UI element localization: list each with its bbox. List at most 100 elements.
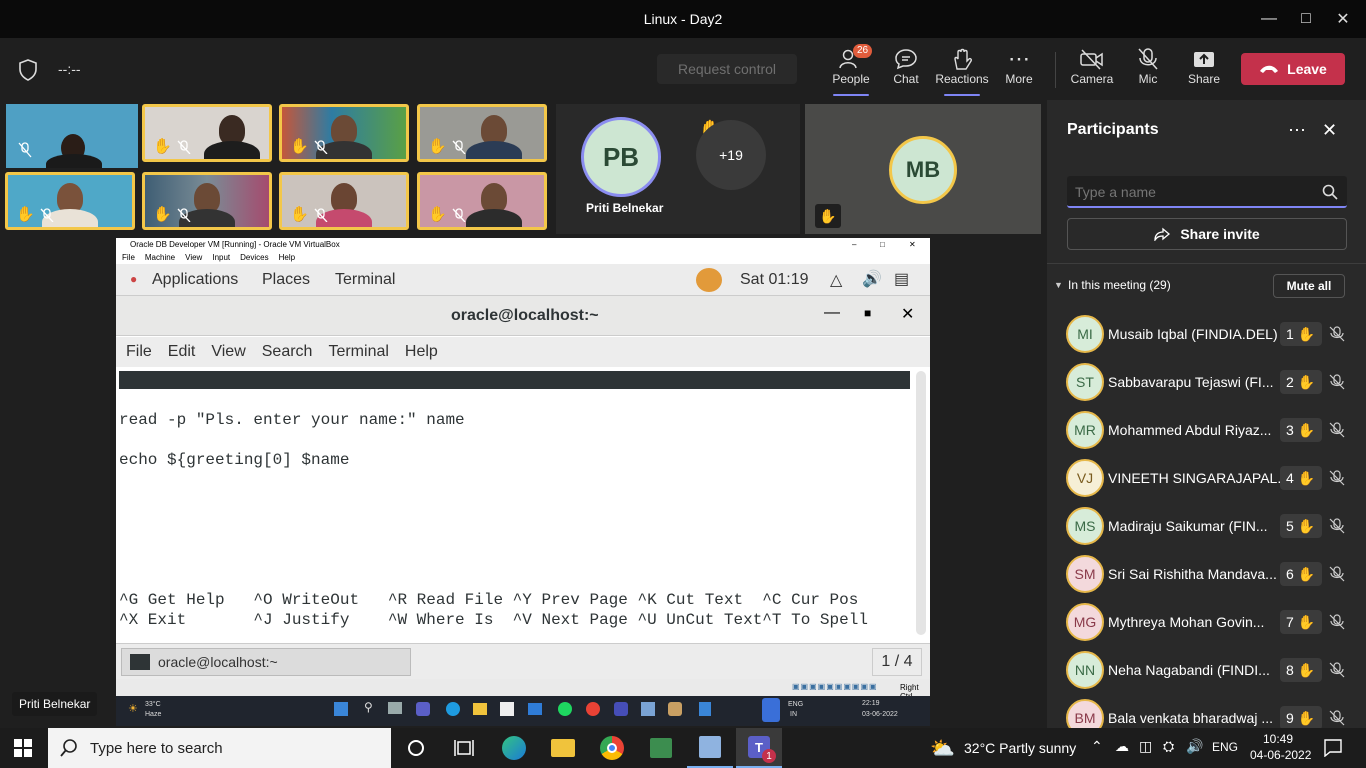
clipboard-icon[interactable]: ▤ (894, 269, 909, 289)
video-tile-8[interactable]: ✋ (417, 172, 547, 230)
participant-row[interactable]: MR Mohammed Abdul Riyaz... 3 ✋ (1047, 406, 1366, 454)
mic-off-icon[interactable] (1329, 662, 1345, 678)
raised-hand-order: 5 ✋ (1280, 514, 1322, 538)
video-tile-2[interactable]: ✋ (142, 104, 272, 162)
participant-row[interactable]: MS Madiraju Saikumar (FIN... 5 ✋ (1047, 502, 1366, 550)
request-control-button[interactable]: Request control (657, 54, 797, 84)
cortana-button[interactable] (393, 728, 439, 768)
meeting-section-label[interactable]: In this meeting (29) (1068, 278, 1171, 292)
chrome-app[interactable] (589, 728, 635, 768)
vbox-minimize[interactable]: – (852, 240, 856, 249)
edge-app[interactable] (491, 728, 537, 768)
raised-hand-icon: ✋ (815, 204, 841, 228)
vbox-menu-view[interactable]: View (185, 253, 202, 262)
mic-off-icon[interactable] (1329, 374, 1345, 390)
network-icon[interactable]: △ (830, 270, 842, 290)
file-explorer-app[interactable] (540, 728, 586, 768)
terminal-menu-file[interactable]: File (126, 343, 152, 361)
terminal-menu-terminal[interactable]: Terminal (328, 343, 388, 361)
terminal-minimize[interactable]: — (824, 304, 840, 322)
gnome-bottom-panel: oracle@localhost:~ 1 / 4 (116, 643, 930, 679)
mic-off-icon[interactable] (1329, 566, 1345, 582)
volume-icon[interactable]: 🔊 (862, 269, 882, 289)
more-button[interactable]: ⋯ More (991, 46, 1047, 96)
vbox-menu-machine[interactable]: Machine (145, 253, 175, 262)
more-label: More (1005, 72, 1033, 86)
taskbar-terminal-item[interactable]: oracle@localhost:~ (121, 648, 411, 676)
mic-off-icon[interactable] (1329, 518, 1345, 534)
leave-button[interactable]: Leave (1241, 53, 1345, 85)
chat-button[interactable]: Chat (878, 46, 934, 96)
video-tile-6[interactable]: ✋ (142, 172, 272, 230)
participant-row[interactable]: ST Sabbavarapu Tejaswi (FI... 2 ✋ (1047, 358, 1366, 406)
mic-off-icon[interactable] (1329, 422, 1345, 438)
panel-close-icon[interactable]: ✕ (1322, 120, 1337, 141)
participant-row[interactable]: NN Neha Nagabandi (FINDI... 8 ✋ (1047, 646, 1366, 694)
mic-off-icon[interactable] (1329, 326, 1345, 342)
teams-app[interactable]: T 1 (736, 728, 782, 768)
vbox-menu-file[interactable]: File (122, 253, 135, 262)
nano-editor[interactable]: GNU nano 2.3.1 File: customgreet.sh Modi… (116, 367, 930, 642)
terminal-menu-view[interactable]: View (211, 343, 245, 361)
search-input[interactable] (1075, 181, 1315, 203)
vbox-maximize[interactable]: □ (880, 240, 885, 249)
camera-button[interactable]: Camera (1064, 46, 1120, 96)
weather-widget[interactable]: 32°C Partly sunny (964, 740, 1076, 756)
tray-chevron-icon[interactable]: ⌃ (1091, 738, 1103, 755)
gnome-clock[interactable]: Sat 01:19 (740, 271, 809, 289)
participant-search[interactable] (1067, 176, 1347, 208)
participant-row[interactable]: MG Mythreya Mohan Govin... 7 ✋ (1047, 598, 1366, 646)
vbox-menu-help[interactable]: Help (279, 253, 295, 262)
mic-button[interactable]: Mic (1120, 46, 1176, 96)
reactions-button[interactable]: Reactions (934, 46, 990, 96)
vbox-menu-devices[interactable]: Devices (240, 253, 268, 262)
gnome-applications[interactable]: Applications (152, 271, 238, 289)
tray-volume-icon[interactable]: 🔊 (1186, 738, 1203, 755)
notification-icon[interactable] (1324, 739, 1342, 757)
participant-row[interactable]: VJ VINEETH SINGARAJAPAL... 4 ✋ (1047, 454, 1366, 502)
people-button[interactable]: 26 People (823, 44, 879, 96)
start-button[interactable] (0, 728, 46, 768)
tray-network-icon[interactable]: ☁ (1115, 738, 1129, 755)
terminal-menu-help[interactable]: Help (405, 343, 438, 361)
tray-language[interactable]: ENG (1212, 740, 1238, 754)
participant-row[interactable]: SM Sri Sai Rishitha Mandava... 6 ✋ (1047, 550, 1366, 598)
tray-wifi-icon[interactable]: ⛭ (1163, 738, 1174, 755)
collapse-chevron-icon[interactable]: ▼ (1054, 280, 1063, 290)
overflow-participants[interactable]: +19 (696, 120, 766, 190)
taskbar-search[interactable]: Type here to search (48, 728, 391, 768)
gnome-places[interactable]: Places (262, 271, 310, 289)
vbox-menu-input[interactable]: Input (212, 253, 230, 262)
vbox-close[interactable]: ✕ (909, 240, 916, 249)
video-tile-7[interactable]: ✋ (279, 172, 409, 230)
workspace-pager[interactable]: 1 / 4 (872, 648, 922, 676)
terminal-menu-search[interactable]: Search (262, 343, 313, 361)
share-invite-button[interactable]: Share invite (1067, 218, 1347, 250)
gnome-terminal[interactable]: Terminal (335, 271, 395, 289)
mute-all-button[interactable]: Mute all (1273, 274, 1345, 298)
java-update-icon[interactable] (696, 268, 722, 292)
terminal-menu-edit[interactable]: Edit (168, 343, 196, 361)
mic-off-icon[interactable] (1329, 614, 1345, 630)
virtualbox-app[interactable] (687, 728, 733, 768)
task-view-button[interactable] (441, 728, 487, 768)
terminal-scrollbar[interactable] (916, 371, 926, 635)
tray-date[interactable]: 04-06-2022 (1250, 748, 1311, 762)
tray-device-icon[interactable]: ◫ (1139, 738, 1152, 755)
close-window-button[interactable]: ✕ (1320, 0, 1366, 38)
app-5[interactable] (638, 728, 684, 768)
video-tile-3[interactable]: ✋ (279, 104, 409, 162)
video-tile-5[interactable]: ✋ (5, 172, 135, 230)
panel-more-icon[interactable]: ⋯ (1288, 120, 1306, 141)
terminal-maximize[interactable]: ■ (864, 306, 871, 320)
mic-off-icon[interactable] (1329, 710, 1345, 726)
video-tile-1[interactable] (6, 104, 138, 168)
raised-hand-icon: ✋ (1297, 325, 1316, 342)
mic-off-icon[interactable] (1329, 470, 1345, 486)
share-button[interactable]: Share (1176, 46, 1232, 96)
participant-avatar: VJ (1066, 459, 1104, 497)
video-tile-4[interactable]: ✋ (417, 104, 547, 162)
tray-time[interactable]: 10:49 (1263, 732, 1293, 746)
terminal-close[interactable]: ✕ (901, 304, 914, 324)
participant-row[interactable]: MI Musaib Iqbal (FINDIA.DEL) 1 ✋ (1047, 310, 1366, 358)
